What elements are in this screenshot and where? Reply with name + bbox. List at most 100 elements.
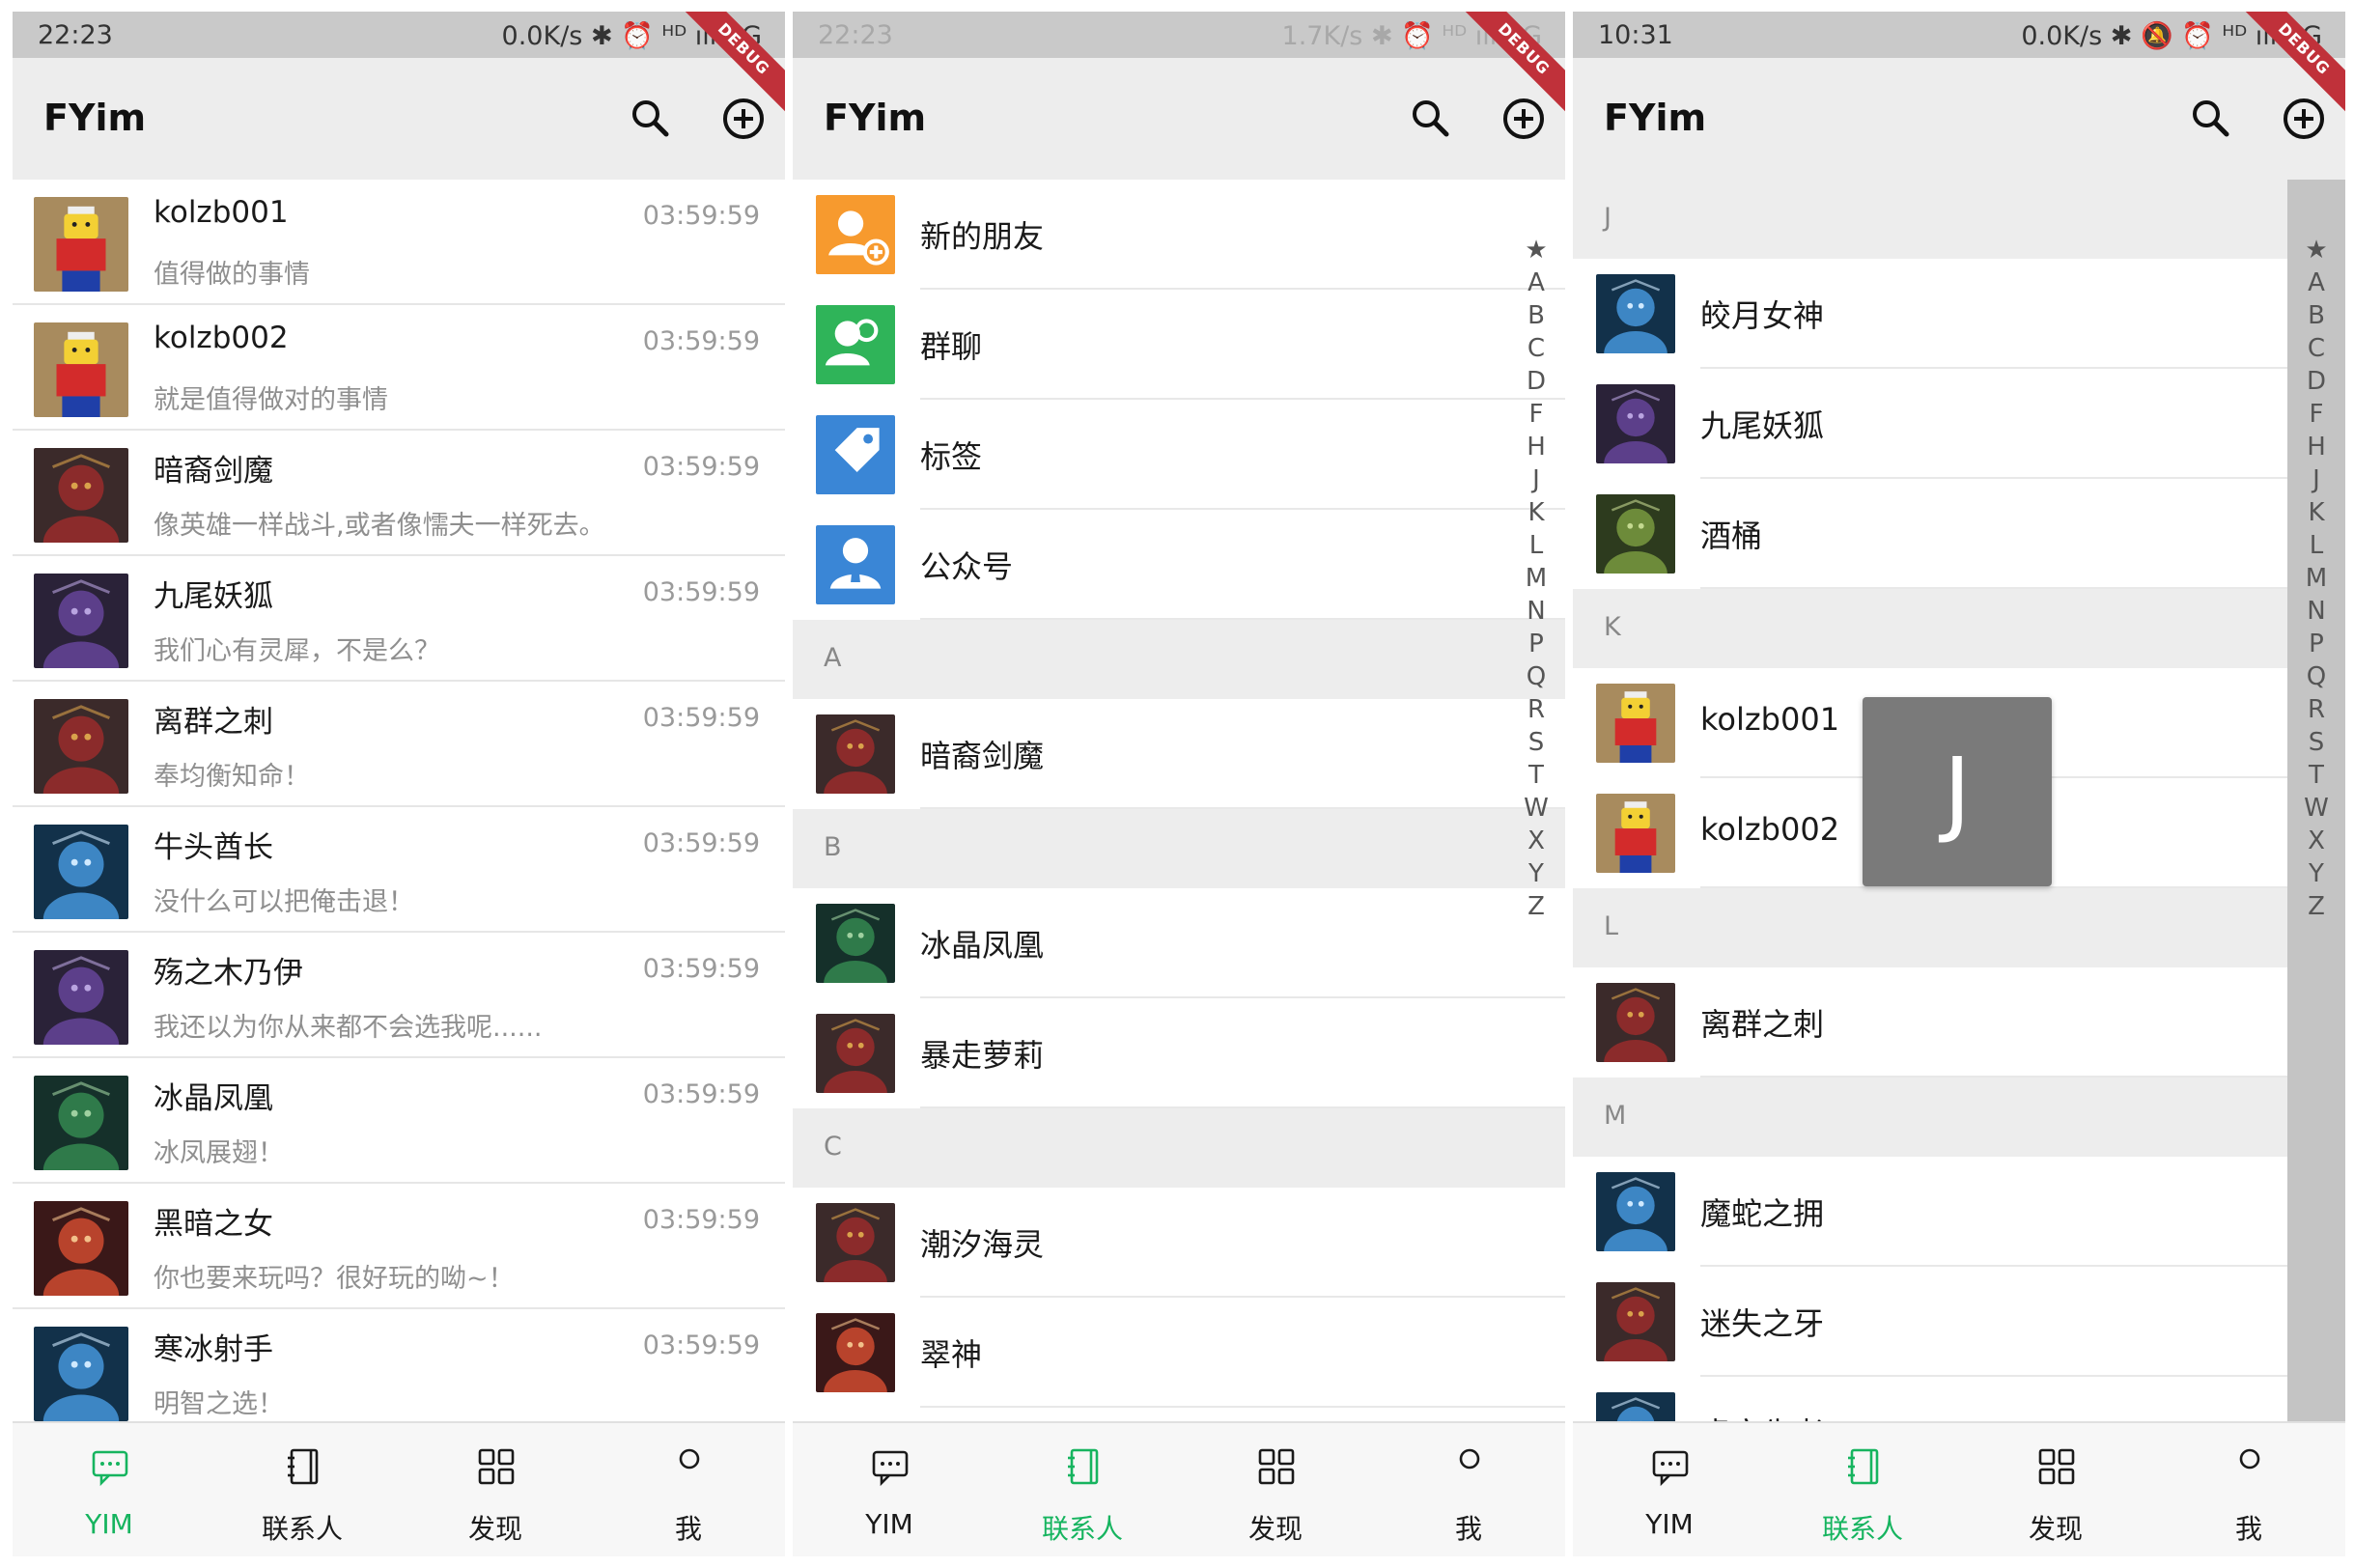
- tab-grid-apps[interactable]: 发现: [1959, 1423, 2152, 1556]
- search-icon[interactable]: [2185, 93, 2237, 145]
- chat-list-item[interactable]: 离群之刺 奉均衡知命！ 03:59:59: [13, 682, 785, 807]
- contact-list-item[interactable]: 潮汐海灵: [793, 1188, 1565, 1298]
- index-letter-star[interactable]: ★: [2287, 236, 2345, 265]
- index-letter-j[interactable]: J: [1507, 465, 1565, 494]
- contact-special-item[interactable]: 群聊: [793, 290, 1565, 400]
- tab-chat-bubble[interactable]: YIM: [1573, 1423, 1766, 1556]
- index-letter-n[interactable]: N: [2287, 597, 2345, 626]
- add-circle-icon[interactable]: [1498, 93, 1550, 145]
- index-letter-y[interactable]: Y: [1507, 859, 1565, 888]
- index-letter-w[interactable]: W: [1507, 794, 1565, 823]
- avatar: [816, 1014, 895, 1093]
- index-letter-m[interactable]: M: [2287, 564, 2345, 593]
- index-letter-s[interactable]: S: [2287, 728, 2345, 757]
- index-letter-q[interactable]: Q: [1507, 662, 1565, 691]
- tab-grid-apps[interactable]: 发现: [399, 1423, 592, 1556]
- index-letter-h[interactable]: H: [2287, 433, 2345, 462]
- add-circle-icon[interactable]: [2278, 93, 2330, 145]
- contact-name: kolzb002: [1700, 811, 1840, 848]
- index-letter-q[interactable]: Q: [2287, 662, 2345, 691]
- index-letter-k[interactable]: K: [1507, 498, 1565, 527]
- index-letter-a[interactable]: A: [2287, 268, 2345, 297]
- group-chat-icon: [825, 319, 879, 366]
- index-letter-f[interactable]: F: [1507, 400, 1565, 429]
- index-letter-c[interactable]: C: [1507, 334, 1565, 363]
- tab-contacts-book[interactable]: 联系人: [206, 1423, 399, 1556]
- chat-list-item[interactable]: 牛头酋长 没什么可以把俺击退！ 03:59:59: [13, 807, 785, 933]
- chat-list-item[interactable]: 九尾妖狐 我们心有灵犀，不是么？ 03:59:59: [13, 556, 785, 682]
- chat-timestamp: 03:59:59: [642, 1205, 760, 1235]
- chat-list-item[interactable]: 殇之木乃伊 我还以为你从来都不会选我呢...... 03:59:59: [13, 933, 785, 1058]
- search-icon[interactable]: [1405, 93, 1457, 145]
- index-letter-z[interactable]: Z: [1507, 892, 1565, 921]
- index-letter-d[interactable]: D: [1507, 367, 1565, 396]
- index-letter-d[interactable]: D: [2287, 367, 2345, 396]
- chat-list-item[interactable]: kolzb001 值得做的事情 03:59:59: [13, 180, 785, 305]
- search-icon[interactable]: [625, 93, 677, 145]
- new-friend-icon: [828, 210, 889, 266]
- section-letter: M: [1604, 1101, 1627, 1131]
- add-circle-icon[interactable]: [717, 93, 770, 145]
- contact-list-item[interactable]: 翠神: [793, 1298, 1565, 1408]
- contact-list-item[interactable]: 暴走萝莉: [793, 998, 1565, 1108]
- index-letter-c[interactable]: C: [2287, 334, 2345, 363]
- index-letter-l[interactable]: L: [1507, 531, 1565, 560]
- tab-person[interactable]: 我: [1372, 1423, 1565, 1556]
- index-letter-k[interactable]: K: [2287, 498, 2345, 527]
- contact-list-item[interactable]: 九尾妖狐: [1573, 369, 2345, 479]
- contact-list-item[interactable]: 魔蛇之拥: [1573, 1157, 2345, 1267]
- index-letter-y[interactable]: Y: [2287, 859, 2345, 888]
- contact-list-item[interactable]: 冰晶凤凰: [793, 888, 1565, 998]
- contact-special-item[interactable]: 新的朋友: [793, 180, 1565, 290]
- index-letter-t[interactable]: T: [1507, 761, 1565, 790]
- tab-chat-bubble[interactable]: YIM: [793, 1423, 986, 1556]
- contact-list-item[interactable]: 虚空先者: [1573, 1377, 2345, 1421]
- tab-grid-apps[interactable]: 发现: [1179, 1423, 1372, 1556]
- tab-person[interactable]: 我: [2152, 1423, 2345, 1556]
- divider: [920, 1406, 1565, 1408]
- contact-list-item[interactable]: 迷失之牙: [1573, 1267, 2345, 1377]
- chat-list-item[interactable]: 黑暗之女 你也要来玩吗？很好玩的呦~！ 03:59:59: [13, 1184, 785, 1309]
- index-letter-w[interactable]: W: [2287, 794, 2345, 823]
- index-letter-f[interactable]: F: [2287, 400, 2345, 429]
- app-title: FYim: [824, 97, 927, 139]
- avatar: [34, 197, 128, 292]
- tab-contacts-book[interactable]: 联系人: [986, 1423, 1179, 1556]
- index-letter-x[interactable]: X: [2287, 826, 2345, 855]
- contact-list-item[interactable]: 暗裔剑魔: [793, 699, 1565, 809]
- index-letter-star[interactable]: ★: [1507, 236, 1565, 265]
- index-letter-r[interactable]: R: [1507, 695, 1565, 724]
- index-letter-s[interactable]: S: [1507, 728, 1565, 757]
- index-letter-l[interactable]: L: [2287, 531, 2345, 560]
- alphabet-index-bar[interactable]: ★ A B C D F H J K L M N P Q R S T W X Y Z: [2287, 180, 2345, 1421]
- contact-list-item[interactable]: 酒桶: [1573, 479, 2345, 589]
- index-letter-a[interactable]: A: [1507, 268, 1565, 297]
- chat-timestamp: 03:59:59: [642, 703, 760, 733]
- chat-list-item[interactable]: 暗裔剑魔 像英雄一样战斗,或者像懦夫一样死去。 03:59:59: [13, 431, 785, 556]
- tab-chat-bubble[interactable]: YIM: [13, 1423, 206, 1556]
- official-account-avatar: [816, 525, 895, 604]
- alphabet-index-bar[interactable]: ★ A B C D F H J K L M N P Q R S T W X Y Z: [1507, 180, 1565, 1421]
- contact-list-item[interactable]: 皎月女神: [1573, 259, 2345, 369]
- contact-list-item[interactable]: 离群之刺: [1573, 967, 2345, 1078]
- chat-list-item[interactable]: 寒冰射手 明智之选！ 03:59:59: [13, 1309, 785, 1421]
- contact-special-item[interactable]: 标签: [793, 400, 1565, 510]
- index-letter-z[interactable]: Z: [2287, 892, 2345, 921]
- index-letter-h[interactable]: H: [1507, 433, 1565, 462]
- index-letter-p[interactable]: P: [1507, 630, 1565, 658]
- index-letter-b[interactable]: B: [1507, 301, 1565, 330]
- chat-timestamp: 03:59:59: [642, 577, 760, 607]
- tab-person[interactable]: 我: [592, 1423, 785, 1556]
- index-letter-x[interactable]: X: [1507, 826, 1565, 855]
- index-letter-n[interactable]: N: [1507, 597, 1565, 626]
- index-letter-b[interactable]: B: [2287, 301, 2345, 330]
- chat-list-item[interactable]: 冰晶凤凰 冰凤展翅！ 03:59:59: [13, 1058, 785, 1184]
- index-letter-r[interactable]: R: [2287, 695, 2345, 724]
- index-letter-m[interactable]: M: [1507, 564, 1565, 593]
- index-letter-j[interactable]: J: [2287, 465, 2345, 494]
- tab-contacts-book[interactable]: 联系人: [1766, 1423, 1959, 1556]
- index-letter-t[interactable]: T: [2287, 761, 2345, 790]
- index-letter-p[interactable]: P: [2287, 630, 2345, 658]
- chat-list-item[interactable]: kolzb002 就是值得做对的事情 03:59:59: [13, 305, 785, 431]
- contact-special-item[interactable]: 公众号: [793, 510, 1565, 620]
